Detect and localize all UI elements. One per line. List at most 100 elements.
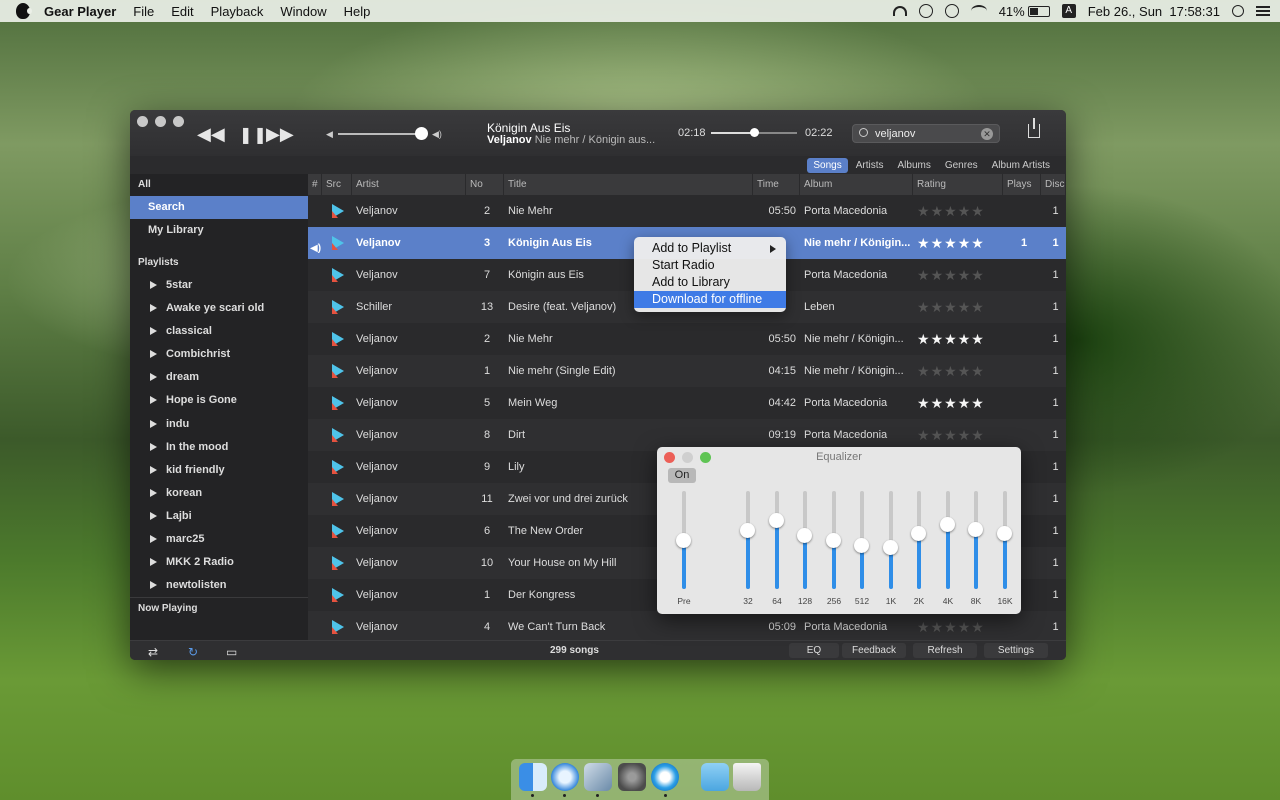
sidebar-playlist-item[interactable]: 5star	[130, 274, 308, 297]
battery-status[interactable]: 41%	[999, 4, 1050, 19]
sidebar-playlist-item[interactable]: classical	[130, 320, 308, 343]
star-icon[interactable]: ★	[958, 427, 972, 443]
star-icon[interactable]: ★	[944, 619, 958, 635]
settings-button[interactable]: Settings	[984, 643, 1048, 658]
table-row[interactable]: Veljanov 1 Nie mehr (Single Edit) 04:15 Nie …	[308, 355, 1066, 387]
trash-icon[interactable]	[733, 763, 761, 791]
spotlight-icon[interactable]	[1232, 5, 1244, 17]
star-icon[interactable]: ★	[958, 267, 972, 283]
star-icon[interactable]: ★	[917, 427, 931, 443]
star-icon[interactable]: ★	[917, 299, 931, 315]
star-icon[interactable]: ★	[958, 331, 972, 347]
feedback-button[interactable]: Feedback	[842, 643, 906, 658]
table-row[interactable]: Veljanov 2 Nie Mehr 05:50 Nie mehr / Königin…	[308, 323, 1066, 355]
gear-player-icon[interactable]	[651, 763, 679, 791]
star-icon[interactable]: ★	[958, 619, 972, 635]
star-icon[interactable]: ★	[944, 267, 958, 283]
star-icon[interactable]: ★	[958, 363, 972, 379]
rating-stars[interactable]: ★★★★★	[917, 363, 985, 379]
volume-knob[interactable]	[415, 127, 428, 140]
tab-artists[interactable]: Artists	[850, 158, 890, 173]
sidebar-playlist-item[interactable]: Hope is Gone	[130, 389, 308, 412]
menu-window[interactable]: Window	[280, 4, 326, 19]
previous-track-icon[interactable]: ◀◀	[197, 124, 225, 145]
menu-file[interactable]: File	[133, 4, 154, 19]
star-icon[interactable]: ★	[917, 331, 931, 347]
star-icon[interactable]: ★	[944, 203, 958, 219]
share-icon[interactable]	[1028, 118, 1040, 138]
rating-stars[interactable]: ★★★★★	[917, 299, 985, 315]
sidebar-playlist-item[interactable]: dream	[130, 366, 308, 389]
sidebar-playlist-item[interactable]: marc25	[130, 528, 308, 551]
star-icon[interactable]: ★	[931, 203, 945, 219]
eq-slider[interactable]	[854, 491, 869, 589]
star-icon[interactable]: ★	[971, 363, 985, 379]
star-icon[interactable]: ★	[971, 203, 985, 219]
search-field[interactable]: ✕	[852, 124, 1000, 143]
tab-songs[interactable]: Songs	[807, 157, 848, 173]
window-close-button[interactable]	[137, 116, 148, 127]
eq-slider[interactable]	[740, 491, 755, 589]
star-icon[interactable]: ★	[944, 363, 958, 379]
eq-slider[interactable]	[769, 491, 784, 589]
eq-slider-knob[interactable]	[676, 533, 691, 548]
repeat-icon[interactable]: ↻	[188, 645, 198, 659]
menu-item-add-to-playlist[interactable]: Add to Playlist	[634, 240, 786, 257]
rating-stars[interactable]: ★★★★★	[917, 331, 985, 347]
eq-slider-knob[interactable]	[911, 526, 926, 542]
star-icon[interactable]: ★	[958, 203, 972, 219]
rating-stars[interactable]: ★★★★★	[917, 235, 985, 251]
star-icon[interactable]: ★	[971, 427, 985, 443]
headphones-icon[interactable]	[892, 6, 907, 16]
star-icon[interactable]: ★	[931, 427, 945, 443]
col-rating[interactable]: Rating	[913, 174, 1003, 195]
eq-slider[interactable]	[940, 491, 955, 589]
rating-stars[interactable]: ★★★★★	[917, 267, 985, 283]
eq-slider-knob[interactable]	[826, 533, 841, 548]
star-icon[interactable]: ★	[931, 395, 945, 411]
eq-slider-knob[interactable]	[769, 513, 784, 529]
star-icon[interactable]: ★	[917, 395, 931, 411]
menu-edit[interactable]: Edit	[171, 4, 193, 19]
sidebar-playlist-item[interactable]: kid friendly	[130, 459, 308, 482]
eq-slider-knob[interactable]	[854, 537, 869, 553]
eq-slider[interactable]	[826, 491, 841, 589]
star-icon[interactable]: ★	[944, 395, 958, 411]
star-icon[interactable]: ★	[971, 331, 985, 347]
rating-stars[interactable]: ★★★★★	[917, 427, 985, 443]
star-icon[interactable]: ★	[917, 267, 931, 283]
star-icon[interactable]: ★	[931, 267, 945, 283]
progress-knob[interactable]	[750, 128, 759, 137]
time-machine-icon[interactable]	[944, 4, 959, 18]
volume-slider[interactable]	[338, 133, 422, 135]
airplay-icon[interactable]: ▭	[226, 645, 237, 659]
eq-slider-knob[interactable]	[740, 523, 755, 539]
col-time[interactable]: Time	[753, 174, 800, 195]
safari-icon[interactable]	[551, 763, 579, 791]
search-input[interactable]	[875, 126, 975, 141]
clear-search-icon[interactable]: ✕	[981, 128, 993, 140]
star-icon[interactable]: ★	[917, 235, 931, 251]
do-not-disturb-icon[interactable]	[918, 4, 933, 18]
finder-icon[interactable]	[519, 763, 547, 791]
table-row[interactable]: Veljanov 4 We Can't Turn Back 05:09 Porta Ma…	[308, 611, 1066, 640]
star-icon[interactable]: ★	[917, 619, 931, 635]
col-src[interactable]: Src	[322, 174, 352, 195]
input-source-icon[interactable]: A	[1061, 4, 1076, 18]
table-row[interactable]: Veljanov 2 Nie Mehr 05:50 Porta Macedonia ★★★…	[308, 195, 1066, 227]
menu-playback[interactable]: Playback	[211, 4, 264, 19]
star-icon[interactable]: ★	[971, 267, 985, 283]
menu-clock[interactable]: Feb 26., Sun 17:58:31	[1088, 4, 1220, 19]
sidebar-playlist-item[interactable]: In the mood	[130, 436, 308, 459]
eq-slider[interactable]	[911, 491, 926, 589]
tab-album-artists[interactable]: Album Artists	[986, 158, 1056, 173]
rating-stars[interactable]: ★★★★★	[917, 619, 985, 635]
eq-slider[interactable]	[968, 491, 983, 589]
star-icon[interactable]: ★	[971, 395, 985, 411]
window-zoom-button[interactable]	[173, 116, 184, 127]
star-icon[interactable]: ★	[958, 235, 972, 251]
tab-genres[interactable]: Genres	[939, 158, 984, 173]
menu-item-download-offline[interactable]: Download for offline	[634, 291, 786, 308]
eq-slider[interactable]	[676, 491, 691, 589]
star-icon[interactable]: ★	[958, 395, 972, 411]
